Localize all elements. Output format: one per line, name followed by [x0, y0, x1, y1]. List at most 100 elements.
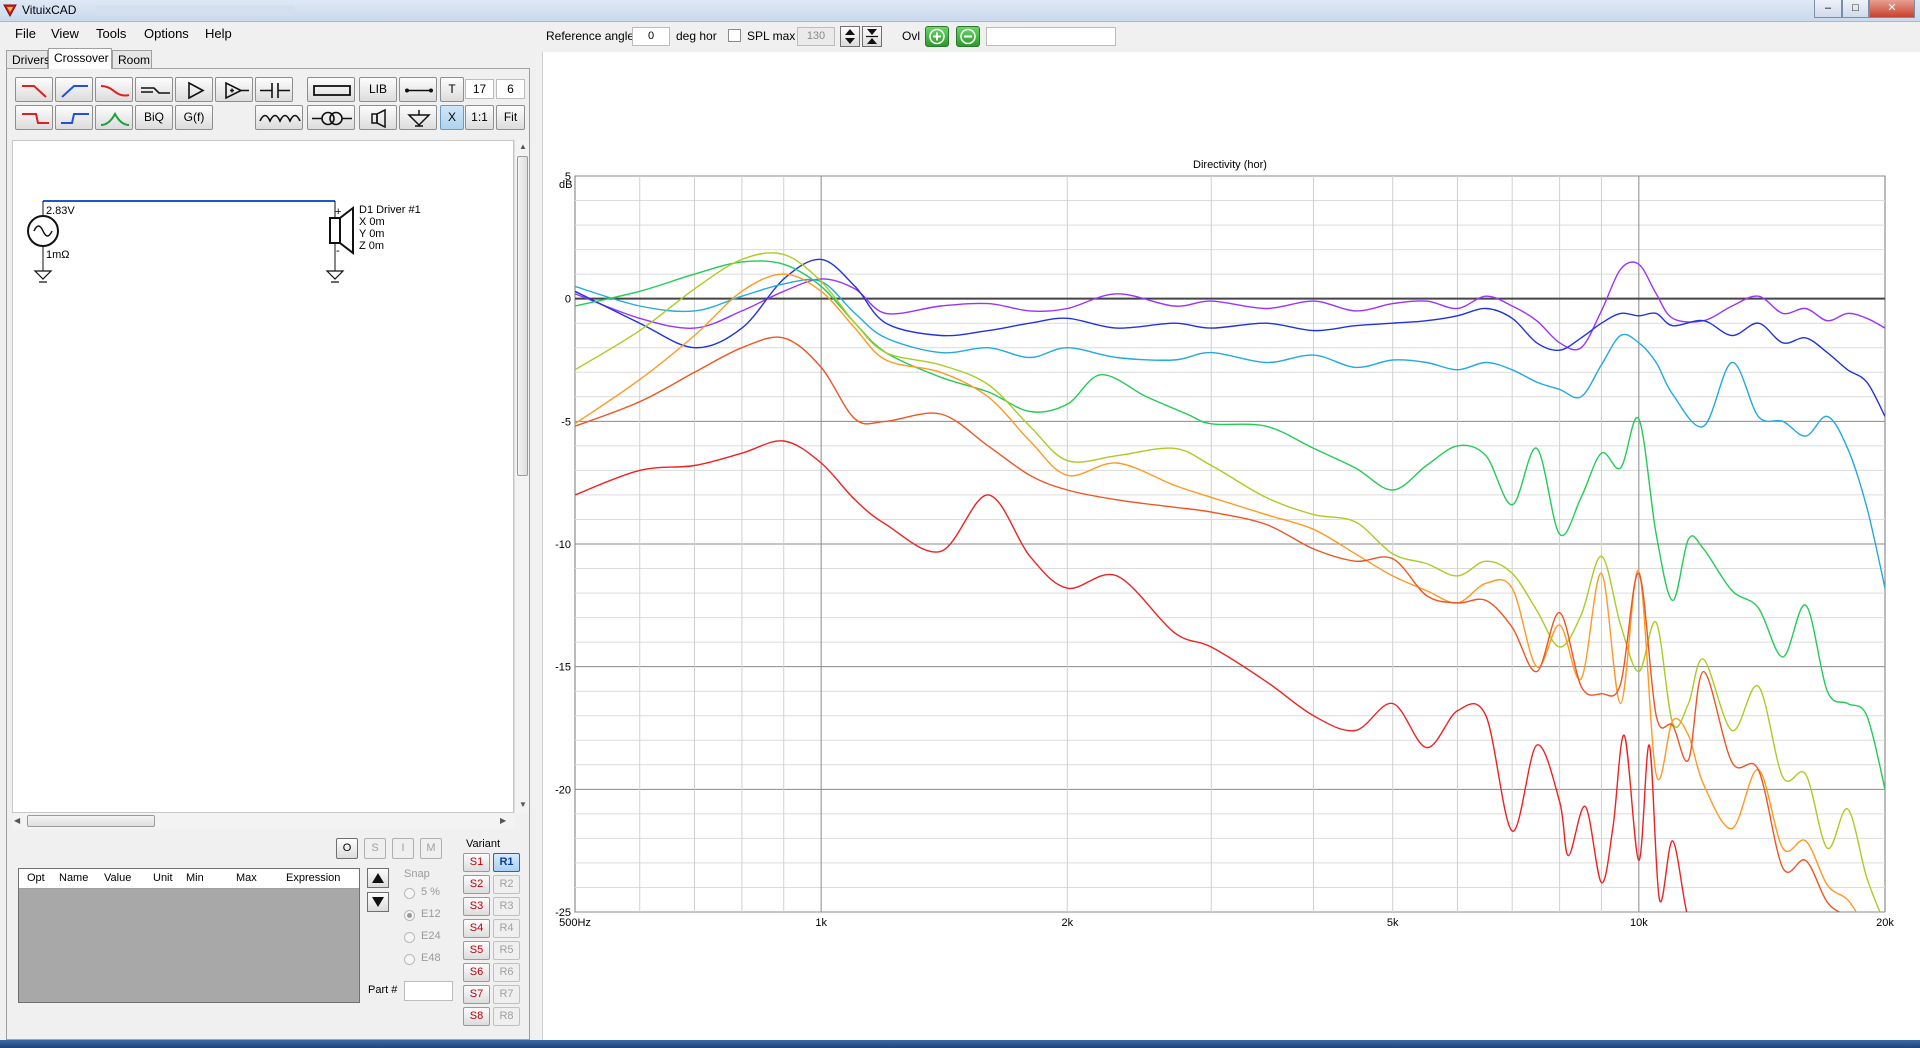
- variant-s5-button[interactable]: S5: [463, 941, 490, 960]
- move-up-button[interactable]: [367, 868, 389, 888]
- driver-button[interactable]: [359, 105, 397, 130]
- spl-max-input[interactable]: 130: [797, 27, 835, 46]
- menu-file[interactable]: File: [15, 26, 36, 41]
- col-min[interactable]: Min: [186, 872, 204, 884]
- col-name[interactable]: Name: [59, 872, 88, 884]
- zoom-one-to-one-button[interactable]: 1:1: [465, 105, 494, 130]
- spl-collapse-button[interactable]: [862, 26, 882, 47]
- col-value[interactable]: Value: [104, 872, 131, 884]
- vertical-scroll-thumb[interactable]: [517, 156, 528, 476]
- variant-r6-button[interactable]: R6: [493, 963, 520, 982]
- snap-radio-e24[interactable]: [404, 932, 415, 943]
- menu-tools[interactable]: Tools: [96, 26, 126, 41]
- inductor-button[interactable]: [255, 105, 303, 130]
- transformer-button[interactable]: [307, 105, 355, 130]
- variant-s3-button[interactable]: S3: [463, 897, 490, 916]
- part-number-input[interactable]: [404, 981, 453, 1001]
- variant-s6-button[interactable]: S6: [463, 963, 490, 982]
- y-tick-label: -15: [555, 662, 571, 674]
- variant-r5-button[interactable]: R5: [493, 941, 520, 960]
- biquad-button[interactable]: BiQ: [135, 105, 173, 130]
- reference-angle-input[interactable]: 0: [632, 27, 670, 46]
- tab-drivers[interactable]: Drivers: [6, 50, 50, 68]
- variant-r1-button[interactable]: R1: [493, 853, 520, 872]
- scroll-right-arrow-icon[interactable]: ▶: [500, 816, 506, 825]
- horizontal-scroll-thumb[interactable]: [27, 815, 155, 827]
- wire-button[interactable]: [399, 77, 437, 102]
- snap-radio-e12[interactable]: [404, 910, 415, 921]
- gain-amplifier-button[interactable]: [215, 77, 253, 102]
- highpass-filter-button[interactable]: [55, 77, 93, 102]
- optimize-o-button[interactable]: O: [336, 838, 358, 859]
- spl-max-checkbox[interactable]: [728, 29, 741, 42]
- variant-s8-button[interactable]: S8: [463, 1007, 490, 1026]
- deg-hor-label: deg hor: [676, 29, 717, 43]
- zoom-fit-button[interactable]: Fit: [496, 105, 525, 130]
- highpass-2-button[interactable]: [55, 105, 93, 130]
- transfer-function-button[interactable]: G(f): [175, 105, 213, 130]
- source-voltage-label: 2.83V: [46, 205, 75, 217]
- lowpass-filter-button[interactable]: [15, 77, 53, 102]
- variant-r3-button[interactable]: R3: [493, 897, 520, 916]
- allpass-filter-button[interactable]: [95, 77, 133, 102]
- resistor-button[interactable]: [307, 77, 355, 102]
- variant-s7-button[interactable]: S7: [463, 985, 490, 1004]
- variant-r7-button[interactable]: R7: [493, 985, 520, 1004]
- parts-table[interactable]: Opt Name Value Unit Min Max Expression: [18, 868, 360, 1003]
- lowpass-2-button[interactable]: [15, 105, 53, 130]
- driver-z-label: Z 0m: [359, 240, 384, 252]
- text-tool-button[interactable]: T: [440, 77, 464, 102]
- scroll-down-arrow-icon[interactable]: ▼: [519, 800, 527, 809]
- schematic-canvas[interactable]: 2.83V 1mΩ + - D1 Driver #1 X 0m Y 0m Z 0…: [12, 140, 514, 813]
- col-opt[interactable]: Opt: [27, 872, 45, 884]
- directivity-chart: Directivity (hor)dB50-5-10-15-20-25500Hz…: [555, 159, 1894, 929]
- scroll-up-arrow-icon[interactable]: ▲: [519, 142, 527, 151]
- tab-room[interactable]: Room: [112, 50, 152, 68]
- schematic-horizontal-scrollbar[interactable]: ◀ ▶: [12, 813, 514, 829]
- x-toggle-button[interactable]: X: [440, 105, 464, 130]
- directivity-graph-panel[interactable]: Directivity (hor) dB 5 0 -5 -10 -15 -20 -25 500Hz…: [542, 52, 1920, 1040]
- variant-r2-button[interactable]: R2: [493, 875, 520, 894]
- speaker-icon: [371, 108, 386, 129]
- optimize-s-button[interactable]: S: [364, 838, 386, 859]
- scroll-left-arrow-icon[interactable]: ◀: [14, 816, 20, 825]
- library-button[interactable]: LIB: [359, 77, 397, 102]
- col-expression[interactable]: Expression: [286, 872, 340, 884]
- spl-up-down-button[interactable]: [840, 26, 860, 47]
- grid-number-field-1[interactable]: 17: [465, 79, 494, 99]
- optimize-i-button[interactable]: I: [392, 838, 414, 859]
- variant-r8-button[interactable]: R8: [493, 1007, 520, 1026]
- variant-s4-button[interactable]: S4: [463, 919, 490, 938]
- grid-number-field-2[interactable]: 6: [496, 79, 525, 99]
- overlay-name-input[interactable]: [986, 27, 1116, 46]
- bandpass-green-icon: [100, 111, 130, 126]
- variant-s2-button[interactable]: S2: [463, 875, 490, 894]
- snap-radio-5pct[interactable]: [404, 888, 415, 899]
- schematic-vertical-scrollbar[interactable]: ▲ ▼: [514, 140, 529, 813]
- close-button[interactable]: ✕: [1869, 0, 1915, 18]
- col-max[interactable]: Max: [236, 872, 257, 884]
- triangle-up-icon: [372, 873, 384, 883]
- driver-body[interactable]: [329, 217, 341, 244]
- shelving-filter-button[interactable]: [135, 77, 173, 102]
- variant-r4-button[interactable]: R4: [493, 919, 520, 938]
- tab-crossover[interactable]: Crossover: [48, 48, 112, 69]
- buffer-button[interactable]: [175, 77, 213, 102]
- minimize-button[interactable]: –: [1814, 0, 1842, 18]
- overlay-remove-button[interactable]: [956, 26, 980, 47]
- col-unit[interactable]: Unit: [153, 872, 173, 884]
- menu-help[interactable]: Help: [205, 26, 232, 41]
- bandpass-button[interactable]: [95, 105, 133, 130]
- x-tick-label: 2k: [1061, 917, 1073, 929]
- menu-options[interactable]: Options: [144, 26, 189, 41]
- variant-s1-button[interactable]: S1: [463, 853, 490, 872]
- buffer-triangle-icon: [188, 81, 205, 100]
- maximize-button[interactable]: □: [1842, 0, 1869, 18]
- menu-view[interactable]: View: [51, 26, 79, 41]
- optimize-m-button[interactable]: M: [420, 838, 442, 859]
- overlay-add-button[interactable]: [925, 26, 949, 47]
- capacitor-button[interactable]: [255, 77, 293, 102]
- ground-button[interactable]: [399, 105, 437, 130]
- move-down-button[interactable]: [367, 892, 389, 912]
- snap-radio-e48[interactable]: [404, 954, 415, 965]
